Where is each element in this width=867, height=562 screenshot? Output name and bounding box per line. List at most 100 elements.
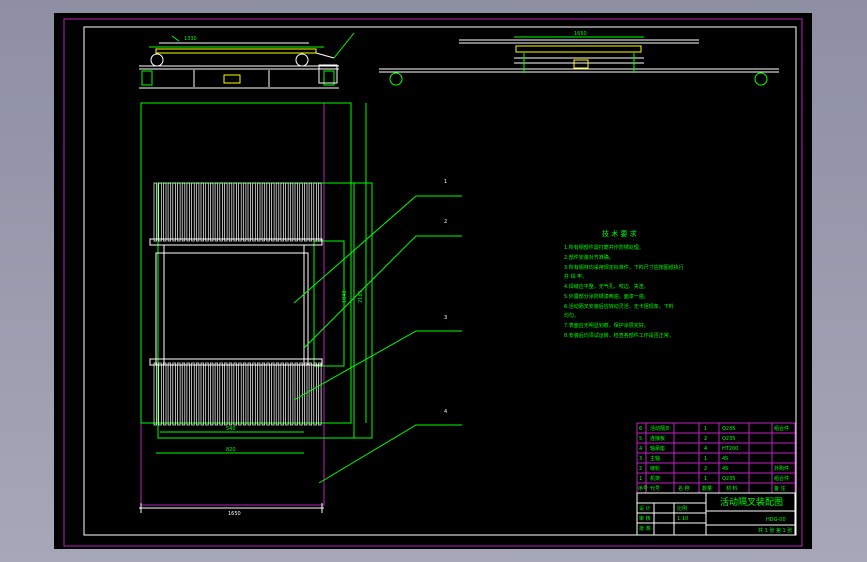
comb-tine xyxy=(266,362,270,426)
comb-tine xyxy=(275,362,280,426)
note-line-1: 1.所有钢部件需打磨并作防锈处理。 xyxy=(564,244,644,251)
comb-tine xyxy=(252,362,256,426)
comb-tine xyxy=(318,182,322,242)
bom-row4-name: 主轴 xyxy=(650,455,660,462)
comb-tine xyxy=(205,182,209,242)
leader-lines: 1 2 3 4 xyxy=(293,179,462,484)
bom-row3-no: 4 xyxy=(639,446,642,452)
comb-tine xyxy=(191,362,195,426)
comb-tine xyxy=(238,362,242,426)
bom-row2-no: 5 xyxy=(639,436,642,442)
leader-label-4: 4 xyxy=(444,409,447,415)
dim-inner-width: 820 xyxy=(226,447,236,453)
comb-tine xyxy=(304,182,308,242)
drawing-title: 活动隔叉装配图 xyxy=(720,496,783,508)
comb-tine xyxy=(261,362,266,426)
comb-tine xyxy=(200,362,204,426)
comb-tine xyxy=(158,182,162,242)
comb-tine xyxy=(228,182,233,242)
plan-view: 1650 820 540 1840 2165 xyxy=(139,102,373,517)
scale-value: 1:10 xyxy=(677,516,688,522)
drawing-sheet: 1330 1650 1650 820 540 1840 2165 1 2 3 4… xyxy=(54,13,812,549)
bom-row6-name: 机架 xyxy=(650,475,660,482)
comb-tine xyxy=(200,182,204,242)
side-view-left: 1330 xyxy=(139,32,355,89)
comb-tine xyxy=(219,362,223,426)
dim-side-outer: 2165 xyxy=(358,290,364,303)
bom-header-no: 序号 xyxy=(638,485,648,492)
comb-tine xyxy=(299,182,303,242)
bom-row5-qty: 2 xyxy=(704,466,707,472)
approve-label: 批 准 xyxy=(639,525,651,532)
bom-row2-name: 连接板 xyxy=(650,435,665,442)
comb-tine xyxy=(313,362,317,426)
comb-tine xyxy=(266,182,270,242)
comb-tine xyxy=(242,362,247,426)
comb-tine xyxy=(195,362,200,426)
bom-header-qty: 数量 xyxy=(702,485,712,492)
bom-row3-material: HT200 xyxy=(722,446,738,452)
drawing-canvas: 1330 1650 1650 820 540 1840 2165 1 2 3 4… xyxy=(63,18,803,547)
comb-tine xyxy=(214,182,219,242)
dim-small-width: 540 xyxy=(226,426,236,432)
design-label: 设 计 xyxy=(639,505,651,512)
comb-tine xyxy=(285,182,289,242)
comb-tine xyxy=(257,182,261,242)
comb-tine xyxy=(233,362,237,426)
scale-label: 比例 xyxy=(677,505,687,512)
comb-tine xyxy=(172,362,176,426)
note-line-7: 6.活动隔叉安装后应转动灵活，无卡阻现象，下料 xyxy=(564,303,674,310)
comb-tine xyxy=(318,362,322,426)
bom-row6-no: 1 xyxy=(639,476,642,482)
comb-tine xyxy=(294,362,298,426)
sheet-border xyxy=(63,18,803,547)
comb-tine xyxy=(285,362,289,426)
comb-tine xyxy=(186,182,190,242)
comb-tine xyxy=(153,362,157,426)
technical-notes: 技 术 要 求 1.所有钢部件需打磨并作防锈处理。 2.部件安装对齐准确。 3.… xyxy=(564,229,684,339)
tines-lower xyxy=(153,362,322,426)
bom-row5-name: 链轮 xyxy=(650,465,660,472)
comb-tine xyxy=(238,182,242,242)
dim-top-right: 1650 xyxy=(574,31,587,37)
note-line-3: 3.所有钢材均采用规定标准件，下料尺寸应按图纸执行 xyxy=(564,264,684,271)
dim-side-inner: 1840 xyxy=(342,290,348,303)
comb-tine xyxy=(163,362,167,426)
comb-tine xyxy=(289,182,294,242)
bom-row1-material: Q235 xyxy=(722,426,735,432)
bom-row4-material: 45 xyxy=(722,456,728,462)
comb-tine xyxy=(289,362,294,426)
comb-tine xyxy=(299,362,303,426)
comb-tine xyxy=(242,182,247,242)
comb-tine xyxy=(313,182,317,242)
comb-tine xyxy=(228,362,233,426)
comb-tine xyxy=(275,182,280,242)
comb-tine xyxy=(224,182,228,242)
bom-row3-name: 轴承座 xyxy=(650,445,665,452)
comb-tine xyxy=(308,362,313,426)
bom-header-remark: 备 注 xyxy=(774,485,786,492)
leader-label-3: 3 xyxy=(444,315,447,321)
comb-tine xyxy=(210,362,214,426)
comb-tine xyxy=(167,182,172,242)
comb-tine xyxy=(210,182,214,242)
sheet-info: 共 1 张 第 1 张 xyxy=(758,527,792,534)
comb-tine xyxy=(257,362,261,426)
bom-header-name: 名 称 xyxy=(678,485,690,492)
comb-tine xyxy=(294,182,298,242)
notes-heading: 技 术 要 求 xyxy=(602,229,637,238)
comb-tine xyxy=(271,362,275,426)
title-block: 活动隔叉装配图 HDG-00 共 1 张 第 1 张 设 计 审 核 批 准 比… xyxy=(636,492,796,536)
note-line-10: 8.安装后均须试运转，检查各部件工作是否正常。 xyxy=(564,332,674,339)
note-line-9: 7.表面应无明显划痕，保护涂层完好。 xyxy=(564,322,649,329)
comb-tine xyxy=(219,182,223,242)
note-line-5: 4.焊缝应平整，无气孔、咬边、夹渣。 xyxy=(564,283,649,290)
comb-tine xyxy=(195,182,200,242)
comb-tine xyxy=(308,182,313,242)
comb-tine xyxy=(261,182,266,242)
comb-tine xyxy=(252,182,256,242)
comb-tine xyxy=(186,362,190,426)
bom-row6-remark: 组合件 xyxy=(774,475,789,482)
dim-top-left: 1330 xyxy=(184,36,197,42)
bom-row1-qty: 1 xyxy=(704,426,707,432)
